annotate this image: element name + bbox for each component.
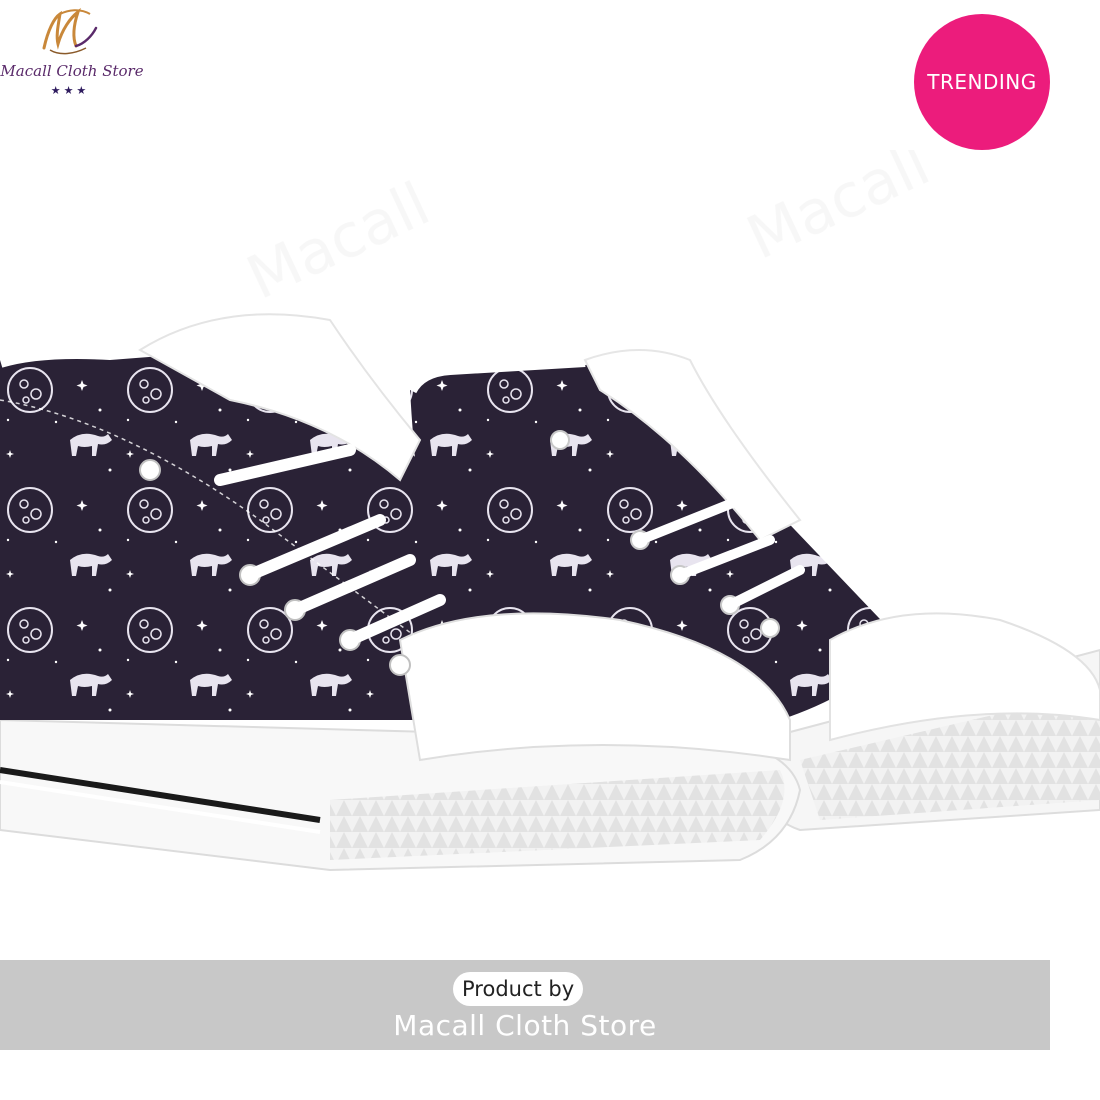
watermark: Macall Macall (237, 129, 940, 313)
svg-text:Macall: Macall (237, 169, 440, 313)
logo-stars: ★★★ (51, 84, 90, 97)
sneakers-photo: Macall Macall (0, 129, 1100, 950)
logo-graphic: Macall Cloth Store ★★★ (0, 7, 144, 97)
product-by-banner: Product by Macall Cloth Store (0, 960, 1050, 1050)
product-by-label: Product by (453, 972, 584, 1006)
store-name: Macall Cloth Store (393, 1009, 657, 1042)
store-logo: Macall Cloth Store ★★★ (0, 0, 160, 110)
product-image-canvas: Macall Cloth Store ★★★ TRENDING Macall M… (0, 0, 1100, 1100)
svg-text:Macall: Macall (737, 150, 940, 274)
trending-badge: TRENDING (914, 14, 1050, 150)
trending-label: TRENDING (927, 70, 1037, 94)
logo-text: Macall Cloth Store (0, 62, 144, 80)
sneakers-illustration: Macall Macall (0, 129, 1100, 872)
